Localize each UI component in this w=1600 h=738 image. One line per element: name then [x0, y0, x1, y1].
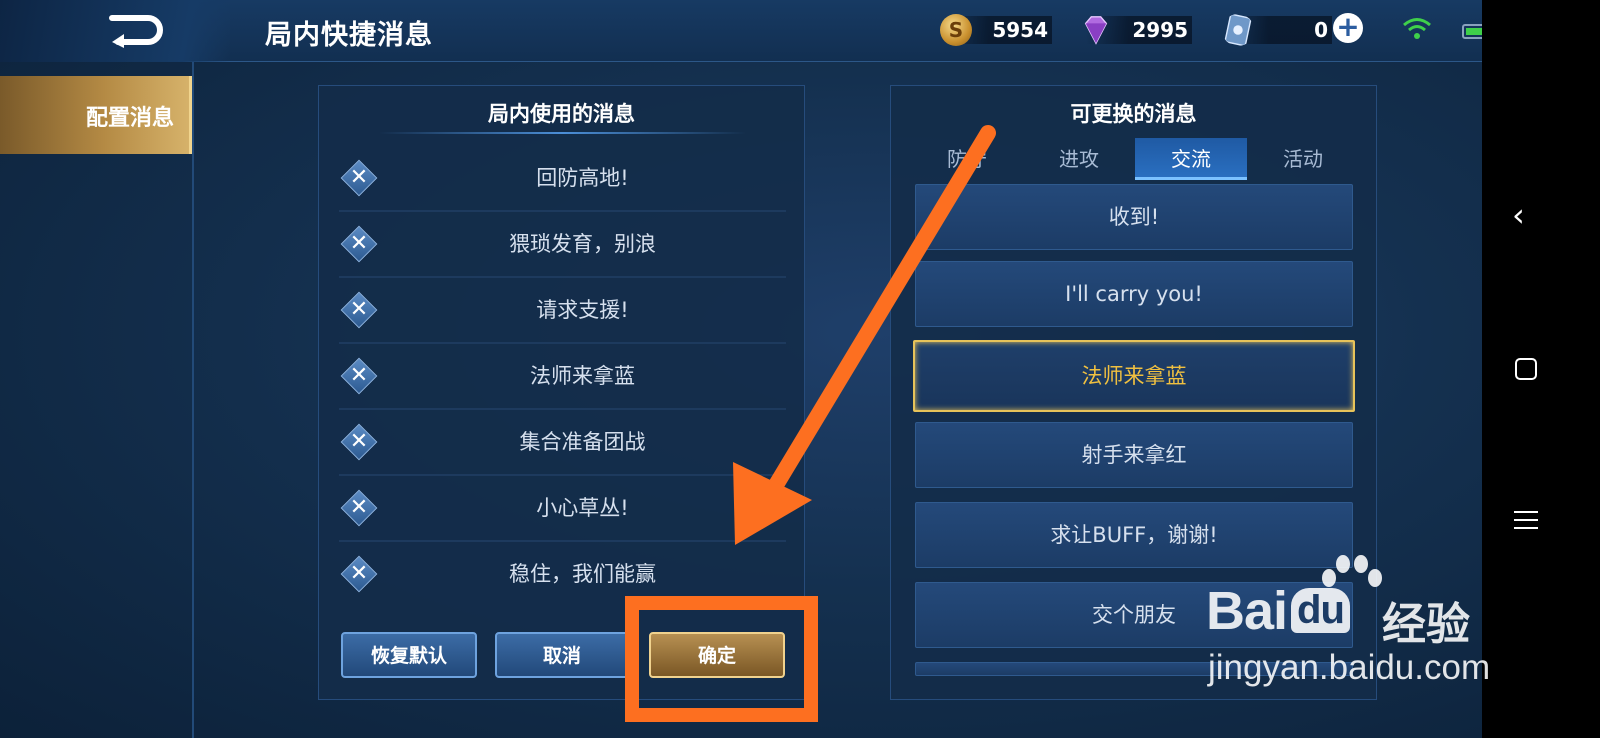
remove-icon[interactable]: ✕: [340, 357, 378, 395]
tab-defense[interactable]: 防守: [911, 138, 1023, 180]
message-text: 回防高地!: [536, 166, 629, 190]
message-text: 请求支援!: [536, 298, 629, 322]
remove-icon[interactable]: ✕: [340, 489, 378, 527]
title-underline: [379, 132, 746, 134]
wifi-icon: [1403, 18, 1431, 39]
list-item[interactable]: ✕ 回防高地!: [339, 146, 786, 212]
message-text: 猥琐发育，别浪: [509, 232, 656, 256]
tab-communication[interactable]: 交流: [1135, 138, 1247, 180]
tab-attack[interactable]: 进攻: [1023, 138, 1135, 180]
remove-icon[interactable]: ✕: [340, 159, 378, 197]
nav-back-icon[interactable]: ‹: [1512, 197, 1542, 233]
list-item[interactable]: ✕ 集合准备团战: [339, 410, 786, 476]
message-text: 集合准备团战: [519, 430, 646, 454]
remove-icon[interactable]: ✕: [340, 225, 378, 263]
nav-menu-icon[interactable]: [1514, 511, 1538, 535]
message-option-selected[interactable]: 法师来拿蓝: [913, 340, 1355, 412]
watermark-url: jingyan.baidu.com: [1208, 648, 1491, 687]
back-button[interactable]: [0, 0, 230, 62]
watermark-jingyan: 经验: [1382, 599, 1470, 650]
panel-title: 局内使用的消息: [488, 102, 635, 126]
gold-coin-icon: S: [940, 14, 972, 46]
ticket-card-icon: [1224, 14, 1252, 46]
message-option[interactable]: I'll carry you!: [915, 261, 1353, 327]
list-item[interactable]: ✕ 法师来拿蓝: [339, 344, 786, 410]
sidebar-divider: [192, 62, 194, 738]
remove-icon[interactable]: ✕: [340, 291, 378, 329]
back-arrow-icon: [109, 15, 163, 48]
system-nav-bar: [1482, 0, 1600, 738]
remove-icon[interactable]: ✕: [340, 423, 378, 461]
message-option[interactable]: 收到!: [915, 184, 1353, 250]
watermark-logo: Bai du: [1206, 580, 1350, 642]
tab-activity[interactable]: 活动: [1247, 138, 1359, 180]
diamond-icon: [1084, 16, 1108, 45]
page-title: 局内快捷消息: [265, 20, 433, 51]
sidebar-item-label: 配置消息: [85, 106, 174, 131]
list-item[interactable]: ✕ 猥琐发育，别浪: [339, 212, 786, 278]
list-item[interactable]: ✕ 请求支援!: [339, 278, 786, 344]
cancel-button[interactable]: 取消: [495, 632, 629, 678]
restore-default-button[interactable]: 恢复默认: [341, 632, 477, 678]
add-ticket-button[interactable]: +: [1333, 13, 1363, 43]
tab-bar: 防守 进攻 交流 活动: [911, 138, 1358, 180]
panel-title: 可更换的消息: [1070, 102, 1197, 126]
list-item[interactable]: ✕ 小心草丛!: [339, 476, 786, 542]
remove-icon[interactable]: ✕: [340, 555, 378, 593]
message-text: 小心草丛!: [536, 496, 629, 520]
sidebar-item-config[interactable]: 配置消息: [0, 76, 192, 154]
annotation-highlight-box: [625, 596, 818, 722]
message-option[interactable]: 求让BUFF，谢谢!: [915, 502, 1353, 568]
message-text: 法师来拿蓝: [530, 364, 635, 388]
message-option[interactable]: 射手来拿红: [915, 422, 1353, 488]
nav-home-icon[interactable]: [1515, 358, 1537, 380]
